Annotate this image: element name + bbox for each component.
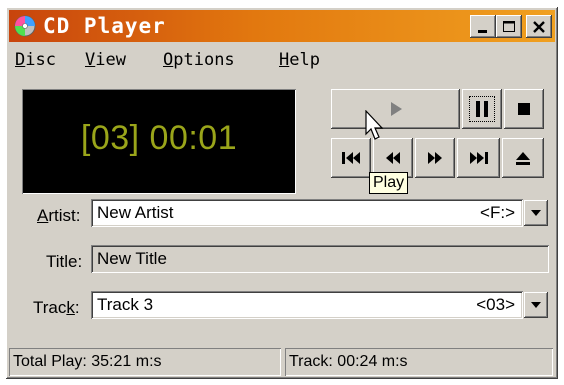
cd-player-app-icon[interactable]: [14, 15, 36, 37]
artist-dropdown-button[interactable]: [524, 200, 548, 226]
menu-bar: Disc View Options Help: [9, 47, 555, 77]
next-track-button[interactable]: [457, 138, 500, 178]
track-value: Track 3: [97, 295, 154, 314]
track-time-panel: Track: 00:24 m:s: [285, 348, 553, 376]
title-bar[interactable]: CD Player: [9, 10, 555, 42]
artist-field[interactable]: New Artist <F:>: [91, 199, 523, 227]
pause-icon: [476, 101, 488, 117]
time-display[interactable]: [03] 00:01: [22, 89, 296, 194]
track-label: Track:: [33, 298, 80, 317]
track-number: <03>: [476, 295, 515, 314]
minimize-icon: [478, 29, 487, 33]
previous-track-button[interactable]: [331, 138, 371, 178]
mouse-cursor-icon: [365, 110, 384, 140]
title-field[interactable]: New Title: [91, 245, 549, 273]
menu-view[interactable]: View: [85, 50, 126, 70]
artist-value: New Artist: [97, 203, 174, 222]
track-time-readout: [03] 00:01: [80, 119, 238, 157]
total-play-text: Total Play: 35:21 m:s: [13, 353, 162, 370]
menu-disc[interactable]: Disc: [15, 50, 56, 70]
menu-options[interactable]: Options: [163, 50, 235, 70]
maximize-icon: [503, 20, 515, 32]
close-button[interactable]: [526, 15, 552, 38]
track-field[interactable]: Track 3 <03>: [91, 291, 523, 319]
play-button[interactable]: [331, 89, 460, 129]
rewind-icon: [386, 152, 400, 164]
total-play-panel: Total Play: 35:21 m:s: [9, 348, 281, 376]
chevron-down-icon: [531, 302, 541, 308]
skip-forward-icon: [469, 152, 488, 164]
play-icon: [390, 102, 402, 116]
artist-label: Artist:: [37, 206, 81, 225]
track-dropdown-button[interactable]: [524, 292, 548, 318]
title-value: New Title: [97, 249, 167, 268]
eject-button[interactable]: [502, 138, 544, 178]
pause-button[interactable]: [462, 89, 502, 129]
chevron-down-icon: [531, 210, 541, 216]
cd-player-window: CD Player Disc View Options Help [03] 00…: [6, 7, 558, 379]
skip-back-icon: [342, 152, 360, 164]
track-time-text: Track: 00:24 m:s: [289, 353, 408, 370]
maximize-button[interactable]: [496, 15, 522, 38]
window-title: CD Player: [43, 14, 166, 38]
play-tooltip: Play: [369, 172, 409, 194]
stop-icon: [518, 103, 530, 115]
fast-forward-icon: [428, 152, 442, 164]
artist-drive: <F:>: [480, 203, 515, 222]
menu-help[interactable]: Help: [279, 50, 320, 70]
minimize-button[interactable]: [470, 15, 496, 38]
eject-icon: [516, 152, 530, 165]
title-label: Title:: [46, 252, 83, 271]
status-bar: Total Play: 35:21 m:s Track: 00:24 m:s: [9, 348, 555, 376]
skip-forwards-button[interactable]: [415, 138, 455, 178]
stop-button[interactable]: [504, 89, 544, 129]
close-icon: [533, 20, 545, 33]
